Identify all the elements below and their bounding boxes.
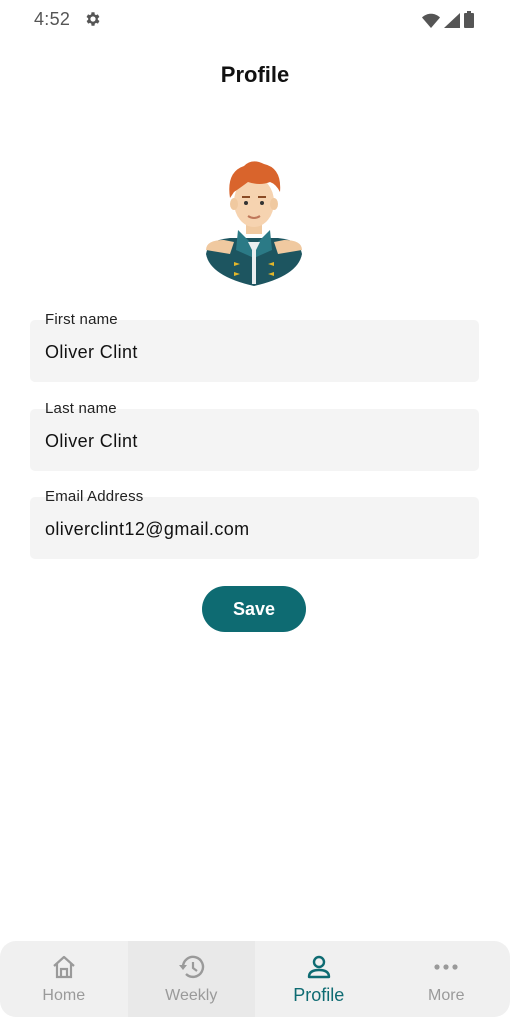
more-dots-icon <box>432 953 460 981</box>
status-time: 4:52 <box>34 9 71 29</box>
wifi-icon <box>422 13 440 33</box>
nav-item-weekly[interactable]: Weekly <box>127 941 255 1017</box>
email-value[interactable]: oliverclint12@gmail.com <box>45 519 250 540</box>
nav-item-home[interactable]: Home <box>0 941 128 1017</box>
home-icon <box>50 953 78 981</box>
save-button[interactable]: Save <box>202 586 306 632</box>
bottom-nav: Home Weekly Profile More <box>0 941 510 1017</box>
page-title: Profile <box>220 62 290 87</box>
nav-item-profile[interactable]: Profile <box>255 941 383 1017</box>
person-icon <box>305 953 333 981</box>
status-bar: 4:52 <box>0 0 510 40</box>
nav-label-home: Home <box>42 987 86 1004</box>
nav-label-weekly: Weekly <box>165 987 218 1004</box>
nav-item-more[interactable]: More <box>383 941 510 1017</box>
history-icon <box>177 953 205 981</box>
battery-icon <box>464 11 474 33</box>
nav-label-more: More <box>428 987 465 1004</box>
avatar <box>200 158 308 288</box>
first-name-value[interactable]: Oliver Clint <box>45 342 138 363</box>
email-field[interactable]: Email Address oliverclint12@gmail.com <box>30 488 479 559</box>
nav-label-profile: Profile <box>293 985 345 1005</box>
last-name-field[interactable]: Last name Oliver Clint <box>30 400 479 471</box>
signal-icon <box>444 13 460 33</box>
first-name-field[interactable]: First name Oliver Clint <box>30 311 479 382</box>
last-name-label: Last name <box>45 400 117 417</box>
email-label: Email Address <box>45 488 144 505</box>
first-name-label: First name <box>45 311 118 328</box>
gear-icon <box>84 10 102 28</box>
last-name-value[interactable]: Oliver Clint <box>45 431 138 452</box>
